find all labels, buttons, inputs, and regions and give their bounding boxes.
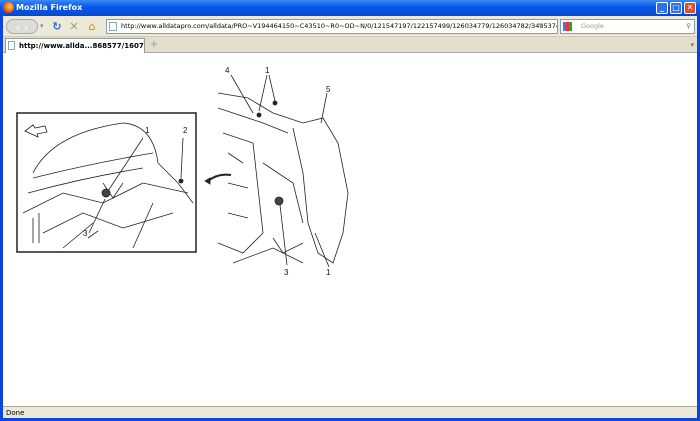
tab-active[interactable]: http://www.allda...868577/160748147	[5, 38, 145, 53]
inset-callout-1: 1	[145, 126, 150, 135]
google-icon[interactable]	[563, 22, 572, 31]
callout-1-bottom: 1	[326, 268, 331, 277]
callout-3: 3	[284, 268, 289, 277]
callout-1-top: 1	[265, 66, 270, 75]
home-icon[interactable]: ⌂	[86, 19, 98, 34]
bookmark-star-icon[interactable]: ☆ ▾	[528, 20, 543, 33]
tab-bar: http://www.allda...868577/160748147 + ▾	[3, 37, 697, 53]
repair-diagram: 1 2 3 4 1 5 3 1	[16, 66, 349, 277]
transition-arrow	[207, 173, 232, 182]
page-icon	[109, 22, 117, 31]
inset-callout-2: 2	[183, 126, 188, 135]
page-icon	[8, 41, 15, 50]
window-title: Mozilla Firefox	[16, 3, 83, 12]
reload-icon[interactable]: ↻	[51, 19, 63, 34]
history-dropdown-icon[interactable]: ▾	[40, 19, 44, 34]
back-forward-button[interactable]: ‹ ›	[6, 19, 38, 34]
minimize-button[interactable]: _	[656, 2, 668, 14]
status-text: Done	[6, 409, 25, 417]
maximize-button[interactable]: □	[670, 2, 682, 14]
address-bar[interactable]: http://www.alldatapro.com/alldata/PRO~V1…	[106, 19, 558, 34]
callout-4: 4	[225, 66, 230, 75]
status-bar: Done	[3, 406, 697, 418]
search-placeholder: Google	[581, 22, 604, 30]
close-button[interactable]: ✕	[684, 2, 696, 14]
search-input[interactable]: Google ⚲	[560, 19, 695, 34]
callout-5: 5	[326, 85, 331, 94]
inset-frame	[16, 112, 197, 253]
url-text: http://www.alldatapro.com/alldata/PRO~V1…	[121, 22, 557, 30]
inset-hood	[32, 122, 194, 204]
tab-label: http://www.allda...868577/160748147	[19, 42, 144, 50]
page-content: 1 2 3 4 1 5 3 1	[3, 53, 697, 406]
tab-list-icon[interactable]: ▾	[690, 41, 694, 49]
magnifier-icon[interactable]: ⚲	[686, 20, 691, 33]
stop-icon[interactable]: ✕	[68, 19, 80, 34]
direction-arrow-icon	[24, 124, 48, 138]
navigation-toolbar: ‹ › ▾ ↻ ✕ ⌂ http://www.alldatapro.com/al…	[3, 16, 697, 37]
firefox-icon	[3, 2, 14, 13]
title-bar: Mozilla Firefox _ □ ✕	[0, 0, 700, 16]
new-tab-button[interactable]: +	[148, 39, 160, 51]
inset-callout-3: 3	[83, 229, 88, 238]
